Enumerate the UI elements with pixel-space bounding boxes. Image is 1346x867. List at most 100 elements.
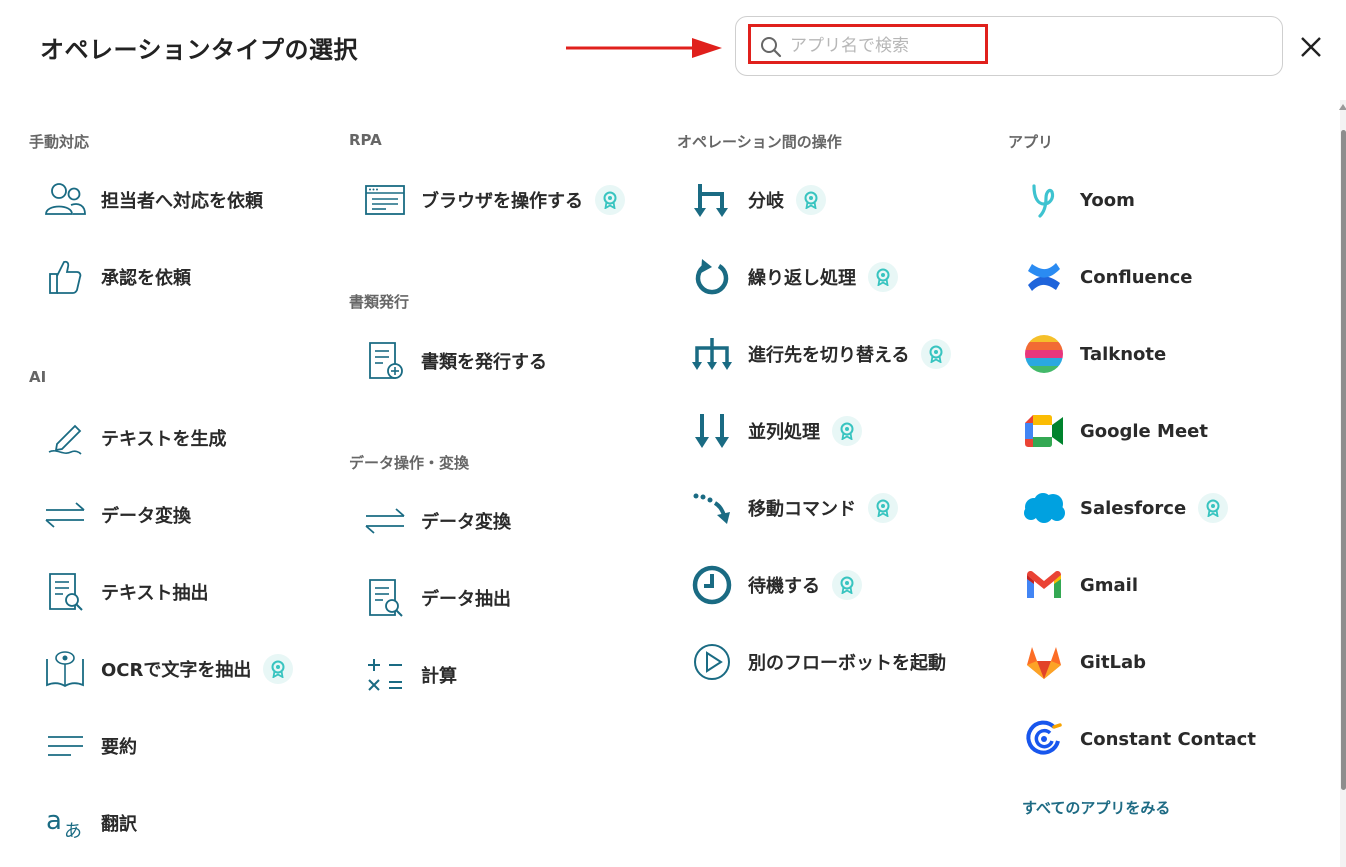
dialog-title: オペレーションタイプの選択 xyxy=(40,36,359,64)
item-label: データ抽出 xyxy=(421,589,511,610)
parallel-icon xyxy=(695,414,729,448)
item-app-constant-contact[interactable]: Constant Contact xyxy=(1022,717,1256,761)
pen-icon xyxy=(48,424,82,455)
lines-icon xyxy=(48,736,83,756)
swap-arrows-icon xyxy=(45,502,85,528)
item-issue-document[interactable]: 書類を発行する xyxy=(363,339,547,383)
item-summarize[interactable]: 要約 xyxy=(43,724,137,768)
section-title-rpa: RPA xyxy=(349,131,382,149)
item-label: Constant Contact xyxy=(1080,728,1256,750)
yoom-logo-icon xyxy=(1032,184,1055,218)
item-app-google-meet[interactable]: Google Meet xyxy=(1022,409,1208,453)
item-label: Google Meet xyxy=(1080,420,1208,442)
item-assign-person[interactable]: 担当者へ対応を依頼 xyxy=(43,178,263,222)
item-label: 待機する xyxy=(748,576,820,597)
confluence-logo-icon xyxy=(1028,263,1060,291)
item-ai-data-convert[interactable]: データ変換 xyxy=(43,493,191,537)
item-label: 移動コマンド xyxy=(748,499,856,520)
item-data-extract[interactable]: データ抽出 xyxy=(363,576,511,620)
section-title-docs: 書類発行 xyxy=(349,293,410,311)
close-icon[interactable] xyxy=(1298,34,1324,60)
translate-icon: a あ xyxy=(46,806,82,841)
item-app-talknote[interactable]: Talknote xyxy=(1022,332,1166,376)
premium-badge-icon xyxy=(832,416,862,446)
switch-icon xyxy=(692,338,732,370)
item-browser-operation[interactable]: ブラウザを操作する xyxy=(363,178,625,222)
section-title-ai: AI xyxy=(29,368,47,386)
item-label: 担当者へ対応を依頼 xyxy=(101,191,263,212)
item-branch[interactable]: 分岐 xyxy=(690,178,826,222)
item-app-confluence[interactable]: Confluence xyxy=(1022,255,1192,299)
item-switch-destination[interactable]: 進行先を切り替える xyxy=(690,332,952,376)
section-title-data-ops: データ操作・変換 xyxy=(349,454,470,472)
see-all-apps-link[interactable]: すべてのアプリをみる xyxy=(1022,797,1170,818)
scroll-up-icon[interactable] xyxy=(1339,104,1346,110)
item-calculate[interactable]: 計算 xyxy=(363,653,457,697)
branch-icon xyxy=(694,184,728,217)
search-highlight-annotation xyxy=(748,24,988,64)
item-label: データ変換 xyxy=(421,512,511,533)
item-app-gmail[interactable]: Gmail xyxy=(1022,563,1138,607)
svg-text:あ: あ xyxy=(64,821,82,841)
item-label: テキストを生成 xyxy=(101,429,227,450)
document-search-icon xyxy=(369,579,403,617)
item-label: 繰り返し処理 xyxy=(748,268,856,289)
item-label: 書類を発行する xyxy=(421,352,547,373)
item-request-approval[interactable]: 承認を依頼 xyxy=(43,255,191,299)
item-data-convert[interactable]: データ変換 xyxy=(363,499,511,543)
item-ocr[interactable]: OCRで文字を抽出 xyxy=(43,647,294,691)
browser-icon xyxy=(365,185,405,215)
item-label: Yoom xyxy=(1080,189,1135,211)
item-extract-text[interactable]: テキスト抽出 xyxy=(43,570,208,614)
section-title-manual: 手動対応 xyxy=(29,133,90,151)
google-meet-logo-icon xyxy=(1025,415,1063,447)
item-label: 要約 xyxy=(101,737,137,758)
calculator-icon xyxy=(368,659,402,691)
people-icon xyxy=(45,183,86,215)
item-label: 承認を依頼 xyxy=(101,268,191,289)
constant-contact-logo-icon xyxy=(1026,720,1062,755)
premium-badge-icon xyxy=(595,185,625,215)
item-label: Talknote xyxy=(1080,343,1167,365)
scrollbar-thumb[interactable] xyxy=(1341,130,1346,790)
salesforce-logo-icon xyxy=(1024,493,1065,523)
item-label: 分岐 xyxy=(748,191,784,212)
premium-badge-icon xyxy=(921,339,952,369)
move-icon xyxy=(693,493,730,524)
premium-badge-icon xyxy=(868,493,898,523)
item-loop[interactable]: 繰り返し処理 xyxy=(690,255,898,299)
item-app-gitlab[interactable]: GitLab xyxy=(1022,640,1146,684)
item-translate[interactable]: a あ 翻訳 xyxy=(43,801,137,845)
item-generate-text[interactable]: テキストを生成 xyxy=(43,416,226,460)
section-title-apps: アプリ xyxy=(1008,133,1054,151)
loop-icon xyxy=(695,259,729,295)
item-label: Confluence xyxy=(1080,266,1193,288)
item-label: 計算 xyxy=(421,666,457,687)
item-wait[interactable]: 待機する xyxy=(690,563,862,607)
item-app-yoom[interactable]: Yoom xyxy=(1022,178,1135,222)
clock-icon xyxy=(692,565,732,605)
document-add-icon xyxy=(369,342,403,379)
section-title-between-ops: オペレーション間の操作 xyxy=(677,133,842,151)
svg-text:a: a xyxy=(46,806,62,836)
premium-badge-icon xyxy=(263,654,294,684)
item-label: 別のフローボットを起動 xyxy=(748,653,946,674)
play-icon xyxy=(694,644,730,680)
item-label: Gmail xyxy=(1080,574,1139,596)
item-label: テキスト抽出 xyxy=(101,583,209,604)
item-label: OCRで文字を抽出 xyxy=(101,660,252,681)
item-label: GitLab xyxy=(1080,651,1147,673)
premium-badge-icon xyxy=(796,185,826,215)
item-launch-flowbot[interactable]: 別のフローボットを起動 xyxy=(690,640,946,684)
premium-badge-icon xyxy=(1198,493,1229,523)
red-arrow-annotation xyxy=(566,38,722,58)
item-label: 翻訳 xyxy=(101,814,137,835)
item-app-salesforce[interactable]: Salesforce xyxy=(1022,486,1229,530)
item-label: データ変換 xyxy=(101,506,191,527)
item-label: Salesforce xyxy=(1080,497,1187,519)
item-parallel[interactable]: 並列処理 xyxy=(690,409,862,453)
item-label: 並列処理 xyxy=(748,422,820,443)
item-label: 進行先を切り替える xyxy=(748,345,910,366)
item-move-command[interactable]: 移動コマンド xyxy=(690,486,898,530)
swap-arrows-icon xyxy=(365,508,405,534)
